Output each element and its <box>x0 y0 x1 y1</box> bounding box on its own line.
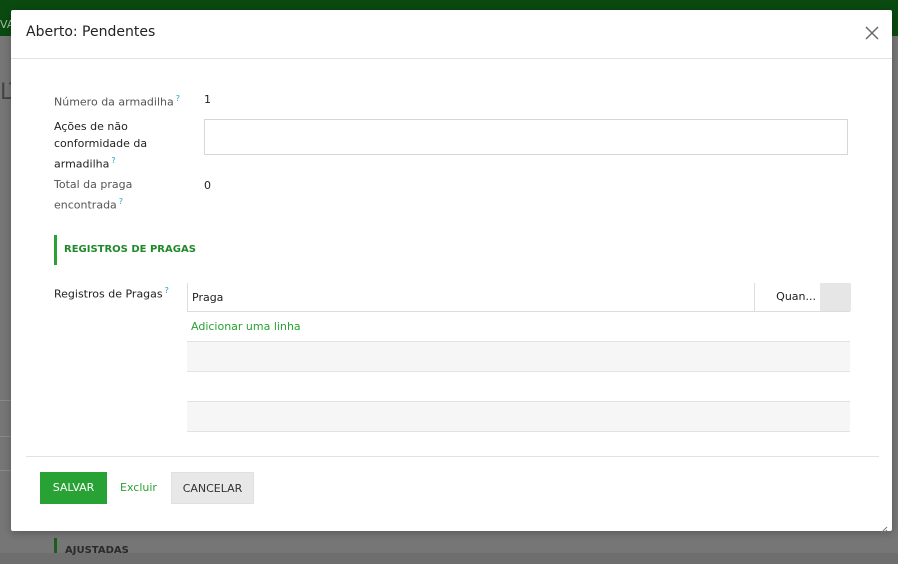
bg-divider <box>0 400 11 401</box>
bg-divider <box>0 470 11 471</box>
help-icon[interactable]: ? <box>111 156 115 165</box>
record-dialog: Aberto: Pendentes Número da armadilha? 1… <box>11 10 892 534</box>
dialog-footer-divider <box>26 456 879 457</box>
nonconformity-actions-label: Ações de não conformidade da armadilha? <box>54 120 148 171</box>
help-icon[interactable]: ? <box>165 286 169 295</box>
dialog-header: Aberto: Pendentes <box>11 10 892 59</box>
delete-button[interactable]: Excluir <box>113 472 164 504</box>
help-icon[interactable]: ? <box>176 94 180 103</box>
bg-divider <box>0 436 11 437</box>
column-header-actions <box>820 283 851 311</box>
nonconformity-actions-input[interactable] <box>204 119 848 155</box>
total-pests-value: 0 <box>204 179 211 192</box>
save-button[interactable]: SALVAR <box>40 472 107 504</box>
column-header-praga[interactable]: Praga <box>192 291 223 304</box>
section-title-pest-records: REGISTROS DE PRAGAS <box>54 235 354 265</box>
table-header: Praga Quan... <box>187 283 851 312</box>
pest-records-table: Praga Quan... Adicionar uma linha <box>187 283 851 432</box>
dialog-title: Aberto: Pendentes <box>26 24 156 40</box>
column-header-quantity[interactable]: Quan... <box>754 283 820 311</box>
resize-grip-icon[interactable] <box>880 519 888 534</box>
help-icon[interactable]: ? <box>119 197 123 206</box>
bg-section-label: AJUSTADAS <box>54 538 129 556</box>
close-icon[interactable] <box>863 24 881 42</box>
table-row <box>187 402 850 432</box>
trap-number-label: Número da armadilha? <box>54 94 180 109</box>
table-row <box>187 372 850 402</box>
total-pests-label: Total da praga encontrada? <box>54 178 133 212</box>
pest-records-label: Registros de Pragas? <box>54 286 169 301</box>
cancel-button[interactable]: CANCELAR <box>171 472 254 504</box>
table-row <box>187 342 850 372</box>
add-line-link[interactable]: Adicionar uma linha <box>187 312 850 342</box>
trap-number-value: 1 <box>204 93 211 106</box>
